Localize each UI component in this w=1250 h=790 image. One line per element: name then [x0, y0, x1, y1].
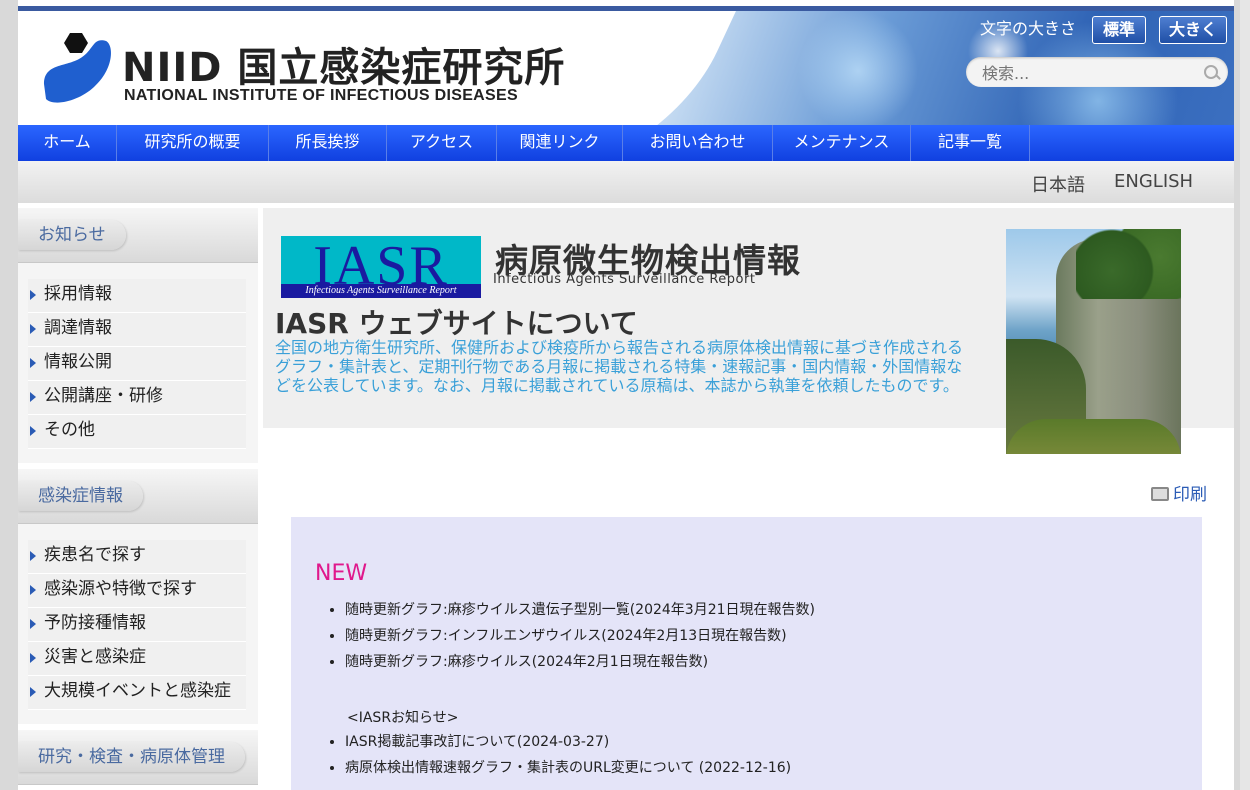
- sidebar-item-label: 感染源や特徴で探す: [44, 579, 197, 599]
- main-nav: ホーム 研究所の概要 所長挨拶 アクセス 関連リンク お問い合わせ メンテナンス…: [18, 125, 1234, 161]
- sidebar-title-news: お知らせ: [18, 220, 126, 250]
- sidebar-item-label: その他: [44, 420, 95, 440]
- printer-icon: [1151, 487, 1169, 501]
- sidebar-list-news: 採用情報 調達情報 情報公開 公開講座・研修 その他: [18, 263, 258, 463]
- news-link[interactable]: 随時更新グラフ:麻疹ウイルス: [345, 654, 532, 670]
- nav-item-about[interactable]: 研究所の概要: [117, 125, 269, 161]
- sidebar-item-events[interactable]: 大規模イベントと感染症: [28, 676, 246, 710]
- list-item: 病原体検出情報速報グラフ・集計表のURL変更について (2022-12-16): [345, 755, 791, 781]
- nav-item-access[interactable]: アクセス: [387, 125, 497, 161]
- triangle-bullet-icon: [30, 551, 36, 561]
- sidebar-item-label: 採用情報: [44, 284, 112, 304]
- nav-item-maintenance[interactable]: メンテナンス: [773, 125, 911, 161]
- sidebar-header-infection: 感染症情報: [18, 469, 258, 524]
- lang-english-link[interactable]: ENGLISH: [1114, 171, 1193, 192]
- notice-title: <IASRお知らせ>: [347, 710, 459, 726]
- list-item: IASR掲載記事改訂について(2024-03-27): [345, 729, 791, 755]
- lang-japanese-link[interactable]: 日本語: [1031, 171, 1085, 197]
- news-link[interactable]: 随時更新グラフ:インフルエンザウイルス: [345, 628, 601, 644]
- nav-item-home[interactable]: ホーム: [18, 125, 117, 161]
- photo-trees: [1076, 229, 1181, 299]
- site-logo-japanese[interactable]: NIID 国立感染症研究所: [122, 35, 565, 93]
- sidebar-item-label: 情報公開: [44, 352, 112, 372]
- notice-link[interactable]: 病原体検出情報速報グラフ・集計表のURL変更について: [345, 760, 694, 776]
- sidebar-item-label: 疾患名で探す: [44, 545, 146, 565]
- news-date: (2024年2月1日現在報告数): [531, 654, 709, 670]
- news-link[interactable]: 随時更新グラフ:麻疹ウイルス遺伝子型別一覧: [345, 602, 630, 618]
- niid-logo-icon[interactable]: [34, 29, 114, 109]
- sidebar-title-infection: 感染症情報: [18, 481, 143, 511]
- notice-date: (2022-12-16): [694, 760, 792, 776]
- sidebar-item-disclosure[interactable]: 情報公開: [28, 347, 246, 381]
- triangle-bullet-icon: [30, 290, 36, 300]
- notice-date: (2024-03-27): [516, 734, 610, 750]
- page: NIID 国立感染症研究所 NATIONAL INSTITUTE OF INFE…: [18, 0, 1234, 790]
- iasr-logo-subtext: Infectious Agents Surveillance Report: [281, 284, 481, 298]
- triangle-bullet-icon: [30, 324, 36, 334]
- sidebar-item-disaster[interactable]: 災害と感染症: [28, 642, 246, 676]
- nav-item-articles[interactable]: 記事一覧: [911, 125, 1030, 161]
- nav-item-contact[interactable]: お問い合わせ: [623, 125, 773, 161]
- sidebar-list-infection: 疾患名で探す 感染源や特徴で探す 予防接種情報 災害と感染症 大規模イベントと感…: [18, 524, 258, 724]
- search-box[interactable]: [966, 57, 1228, 87]
- sidebar-item-label: 災害と感染症: [44, 647, 146, 667]
- page-scrollbar[interactable]: [1240, 0, 1250, 790]
- list-item: 随時更新グラフ:麻疹ウイルス遺伝子型別一覧(2024年3月21日現在報告数): [345, 597, 815, 623]
- triangle-bullet-icon: [30, 358, 36, 368]
- language-bar: 日本語 ENGLISH: [18, 161, 1234, 203]
- nav-item-links[interactable]: 関連リンク: [497, 125, 623, 161]
- font-size-standard-button[interactable]: 標準: [1092, 16, 1146, 44]
- sidebar-header-news: お知らせ: [18, 208, 258, 263]
- notice-list: IASR掲載記事改訂について(2024-03-27) 病原体検出情報速報グラフ・…: [325, 729, 791, 781]
- sidebar-title-research: 研究・検査・病原体管理: [18, 742, 245, 772]
- sidebar: お知らせ 採用情報 調達情報 情報公開 公開講座・研修 その他 感染症情報 疾患…: [18, 208, 258, 785]
- sidebar-item-procurement[interactable]: 調達情報: [28, 313, 246, 347]
- news-panel: NEW 随時更新グラフ:麻疹ウイルス遺伝子型別一覧(2024年3月21日現在報告…: [291, 517, 1202, 790]
- sidebar-item-recruit[interactable]: 採用情報: [28, 279, 246, 313]
- photo-bush: [1006, 419, 1181, 454]
- sidebar-item-disease-name[interactable]: 疾患名で探す: [28, 540, 246, 574]
- triangle-bullet-icon: [30, 619, 36, 629]
- triangle-bullet-icon: [30, 687, 36, 697]
- sidebar-header-research: 研究・検査・病原体管理: [18, 730, 258, 785]
- section-heading: IASR ウェブサイトについて: [275, 307, 638, 340]
- font-size-label: 文字の大きさ: [980, 19, 1077, 38]
- section-description: 全国の地方衛生研究所、保健所および検疫所から報告される病原体検出情報に基づき作成…: [275, 338, 964, 395]
- sidebar-item-label: 大規模イベントと感染症: [44, 681, 231, 701]
- print-label: 印刷: [1173, 485, 1207, 505]
- site-header: NIID 国立感染症研究所 NATIONAL INSTITUTE OF INFE…: [18, 11, 1234, 125]
- new-items-list: 随時更新グラフ:麻疹ウイルス遺伝子型別一覧(2024年3月21日現在報告数) 随…: [325, 597, 815, 675]
- nav-item-greeting[interactable]: 所長挨拶: [269, 125, 387, 161]
- sidebar-item-vaccination[interactable]: 予防接種情報: [28, 608, 246, 642]
- list-item: 随時更新グラフ:インフルエンザウイルス(2024年2月13日現在報告数): [345, 623, 815, 649]
- triangle-bullet-icon: [30, 585, 36, 595]
- triangle-bullet-icon: [30, 653, 36, 663]
- sidebar-item-label: 予防接種情報: [44, 613, 146, 633]
- news-date: (2024年2月13日現在報告数): [601, 628, 787, 644]
- print-button[interactable]: 印刷: [1151, 480, 1207, 505]
- page-subtitle: Infectious Agents Surveillance Report: [493, 272, 756, 287]
- sidebar-item-label: 調達情報: [44, 318, 112, 338]
- site-logo-english[interactable]: NATIONAL INSTITUTE OF INFECTIOUS DISEASE…: [124, 87, 518, 105]
- news-date: (2024年3月21日現在報告数): [629, 602, 815, 618]
- notice-link[interactable]: IASR掲載記事改訂について: [345, 734, 517, 750]
- iasr-logo[interactable]: IASR Infectious Agents Surveillance Repo…: [281, 236, 481, 298]
- font-size-large-button[interactable]: 大きく: [1159, 16, 1227, 44]
- list-item: 随時更新グラフ:麻疹ウイルス(2024年2月1日現在報告数): [345, 649, 815, 675]
- triangle-bullet-icon: [30, 392, 36, 402]
- sidebar-item-label: 公開講座・研修: [44, 386, 163, 406]
- coastal-cliff-photo: [1006, 229, 1181, 454]
- sidebar-item-source[interactable]: 感染源や特徴で探す: [28, 574, 246, 608]
- search-icon[interactable]: [1204, 65, 1218, 79]
- search-input[interactable]: [980, 61, 1204, 85]
- triangle-bullet-icon: [30, 426, 36, 436]
- new-label: NEW: [315, 561, 368, 586]
- sidebar-item-lectures[interactable]: 公開講座・研修: [28, 381, 246, 415]
- sidebar-item-other[interactable]: その他: [28, 415, 246, 449]
